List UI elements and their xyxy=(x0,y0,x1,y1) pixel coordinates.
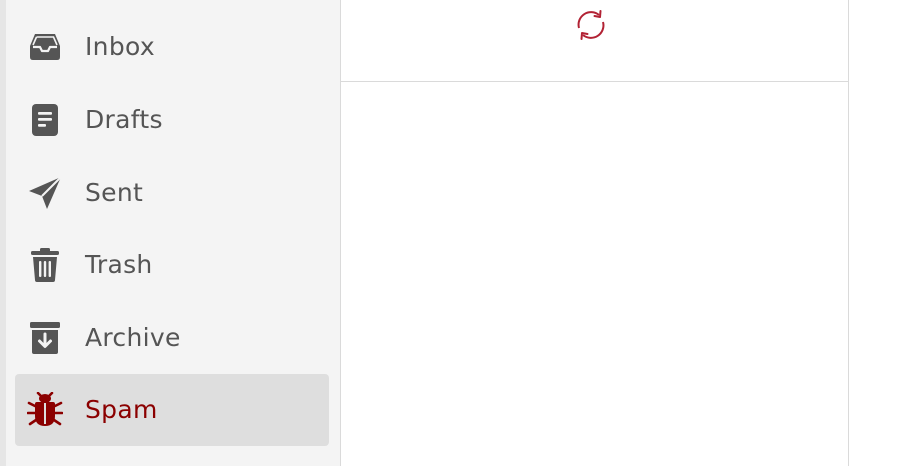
refresh-icon[interactable] xyxy=(573,7,609,43)
bug-icon xyxy=(27,392,63,428)
sidebar-item-archive[interactable]: Archive xyxy=(15,302,329,374)
sidebar-item-drafts[interactable]: Drafts xyxy=(15,84,329,156)
sidebar-item-label: Archive xyxy=(85,323,181,352)
archive-icon xyxy=(27,320,63,356)
folder-sidebar: Inbox Drafts Sent Trash Archive Spam xyxy=(6,0,341,466)
sidebar-item-trash[interactable]: Trash xyxy=(15,229,329,301)
sidebar-item-inbox[interactable]: Inbox xyxy=(15,11,329,83)
message-list-toolbar xyxy=(341,0,848,82)
sidebar-item-label: Spam xyxy=(85,395,158,424)
sidebar-item-label: Sent xyxy=(85,178,144,207)
sidebar-item-label: Drafts xyxy=(85,105,163,134)
drafts-icon xyxy=(27,102,63,138)
trash-icon xyxy=(27,247,63,283)
message-list-pane xyxy=(341,0,849,466)
sent-icon xyxy=(27,175,63,211)
sidebar-item-sent[interactable]: Sent xyxy=(15,157,329,229)
inbox-icon xyxy=(27,29,63,65)
sidebar-item-label: Inbox xyxy=(85,32,155,61)
sidebar-item-spam[interactable]: Spam xyxy=(15,374,329,446)
sidebar-item-label: Trash xyxy=(85,250,153,279)
